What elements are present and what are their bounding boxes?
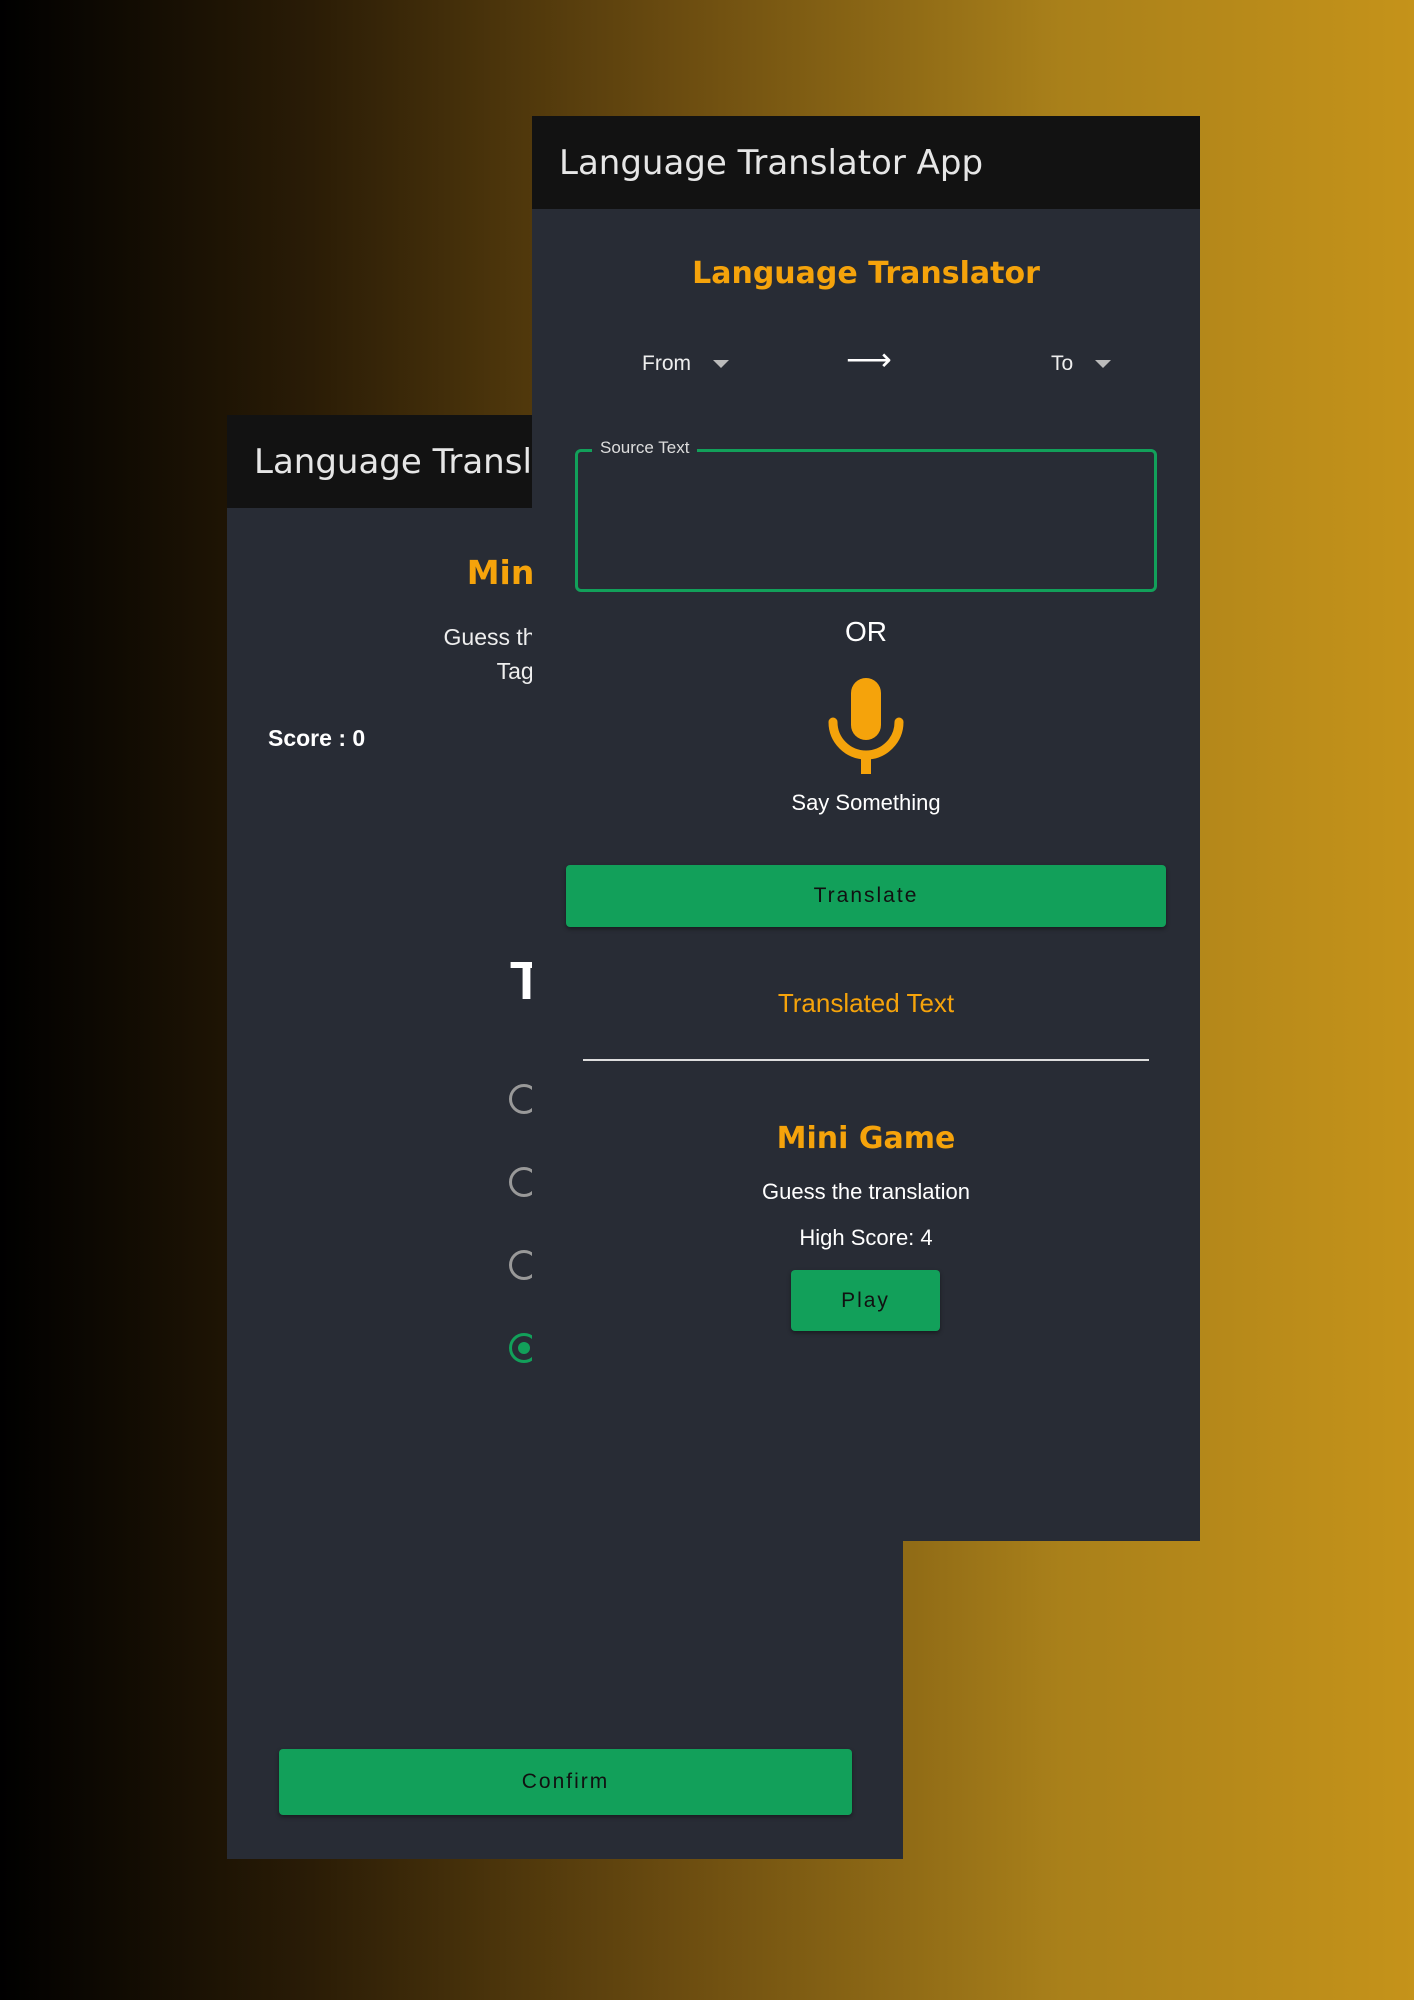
divider [583, 1059, 1149, 1061]
source-text-label: Source Text [592, 438, 698, 458]
confirm-button[interactable]: Confirm [279, 1749, 852, 1815]
chevron-down-icon [713, 360, 729, 368]
say-something-label: Say Something [791, 790, 941, 815]
minigame-title: Mini Game [776, 1121, 956, 1156]
translated-text: Translated Text [777, 988, 955, 1018]
score-label: Score : 0 [268, 725, 366, 751]
minigame-subtitle: Guess the translation [762, 1179, 970, 1204]
to-label: To [1051, 352, 1074, 375]
play-button[interactable]: Play [791, 1270, 940, 1331]
page-title: Language Translator [692, 256, 1040, 291]
to-language-dropdown[interactable]: To [1051, 352, 1112, 376]
source-text-field[interactable]: Source Text [575, 438, 1157, 592]
microphone-icon[interactable] [828, 678, 904, 774]
arrow-right-icon: ⟶ [846, 341, 892, 377]
translate-button[interactable]: Translate [566, 865, 1166, 927]
from-label: From [642, 352, 691, 375]
high-score-label: High Score: 4 [799, 1225, 933, 1250]
app-bar: Language Translator App [532, 116, 1200, 209]
or-separator: OR [845, 616, 887, 647]
translator-screen: Language Translator App Language Transla… [532, 116, 1200, 1541]
from-language-dropdown[interactable]: From [642, 352, 729, 376]
app-title: Language Translator App [559, 142, 984, 183]
chevron-down-icon [1095, 360, 1112, 368]
